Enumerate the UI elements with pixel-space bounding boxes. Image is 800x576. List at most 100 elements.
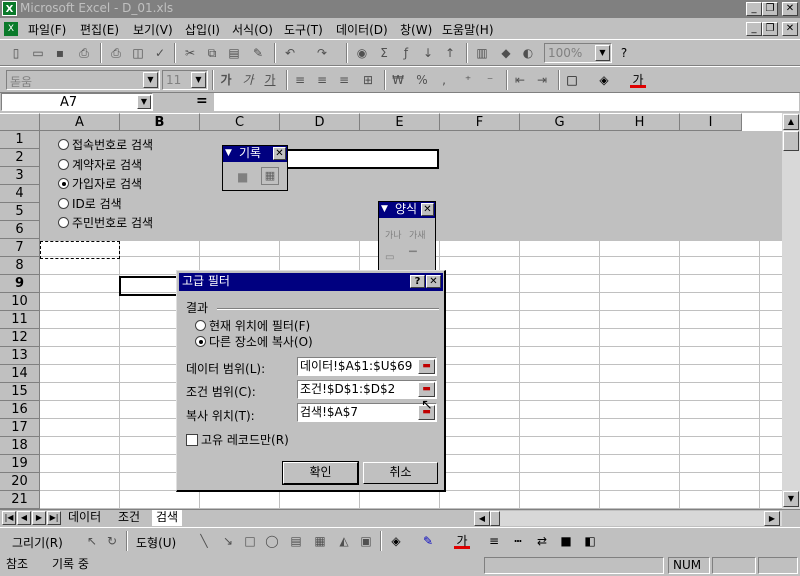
clipart-icon[interactable]: ◭: [336, 533, 352, 549]
sheet-tab-criteria[interactable]: 조건: [114, 510, 144, 526]
open-icon[interactable]: ▭: [30, 45, 46, 61]
column-header-h[interactable]: H: [600, 113, 680, 131]
radio-icon[interactable]: [58, 217, 69, 228]
select-objects-icon[interactable]: ↖: [84, 533, 100, 549]
sort-ascending-icon[interactable]: ↓: [420, 45, 436, 61]
format-painter-icon[interactable]: ✎: [250, 45, 266, 61]
close-button[interactable]: ✕: [782, 2, 798, 16]
radio-selected-icon[interactable]: [58, 178, 69, 189]
radio-icon[interactable]: [58, 158, 69, 170]
last-sheet-button[interactable]: ▶|: [47, 511, 61, 525]
italic-button[interactable]: 가: [240, 72, 256, 88]
row-header-19[interactable]: 19: [0, 455, 40, 473]
scroll-thumb[interactable]: [783, 131, 799, 151]
sort-descending-icon[interactable]: ↑: [442, 45, 458, 61]
filter-in-place-radio[interactable]: 현재 위치에 필터(F): [195, 317, 310, 334]
row-header-13[interactable]: 13: [0, 347, 40, 365]
underline-button[interactable]: 가: [262, 72, 278, 88]
menu-help[interactable]: 도움말(H): [442, 21, 494, 38]
row-header-11[interactable]: 11: [0, 311, 40, 329]
close-icon[interactable]: ✕: [421, 203, 434, 216]
search-option-2[interactable]: 계약자로 검색: [58, 156, 142, 173]
scroll-down-button[interactable]: ▼: [783, 491, 799, 507]
h-scroll-thumb[interactable]: [490, 511, 500, 526]
dialog-title-bar[interactable]: 고급 필터 ? ✕: [179, 273, 443, 291]
row-header-3[interactable]: 3: [0, 167, 40, 185]
label-tool[interactable]: 가나: [385, 228, 402, 241]
vertical-scrollbar[interactable]: ▲ ▼: [782, 113, 800, 509]
button-tool-icon[interactable]: ▭: [385, 252, 394, 263]
align-right-icon[interactable]: ≡: [336, 72, 352, 88]
rectangle-icon[interactable]: □: [242, 533, 258, 549]
record-toolbar-title[interactable]: ▼ 기록 ✕: [223, 146, 287, 162]
menu-file[interactable]: 파일(F): [28, 21, 66, 38]
scroll-right-button[interactable]: ▶: [764, 511, 780, 526]
undo-icon[interactable]: ↶: [282, 45, 298, 61]
collapse-dialog-icon[interactable]: ▬: [418, 382, 435, 397]
restore-button[interactable]: ❐: [762, 2, 778, 16]
workbook-icon[interactable]: X: [4, 22, 18, 36]
checkbox-icon[interactable]: [186, 434, 198, 446]
row-header-7[interactable]: 7: [0, 239, 40, 257]
new-icon[interactable]: ▯: [8, 45, 24, 61]
row-header-6[interactable]: 6: [0, 221, 40, 239]
unique-records-checkbox[interactable]: 고유 레코드만(R): [186, 431, 289, 448]
column-header-a[interactable]: A: [40, 113, 120, 131]
paste-icon[interactable]: ▤: [226, 45, 242, 61]
row-header-9[interactable]: 9: [0, 275, 40, 293]
chevron-down-icon[interactable]: ▼: [143, 72, 158, 88]
hyperlink-icon[interactable]: ◉: [354, 45, 370, 61]
column-header-g[interactable]: G: [520, 113, 600, 131]
search-option-3[interactable]: 가입자로 검색: [58, 175, 142, 192]
line-style-icon[interactable]: ≡: [486, 533, 502, 549]
next-sheet-button[interactable]: ▶: [32, 511, 46, 525]
criteria-range-input[interactable]: 조건!$D$1:$D$2 ▬: [297, 380, 437, 399]
close-icon[interactable]: ✕: [273, 147, 286, 160]
sheet-tab-data[interactable]: 데이터: [64, 510, 105, 526]
3d-icon[interactable]: ◧: [582, 533, 598, 549]
save-icon[interactable]: ▪: [52, 45, 68, 61]
autosum-icon[interactable]: Σ: [376, 45, 392, 61]
search-option-5[interactable]: 주민번호로 검색: [58, 214, 153, 231]
map-icon[interactable]: ◆: [498, 45, 514, 61]
menu-insert[interactable]: 삽입(I): [185, 21, 220, 38]
equals-sign[interactable]: =: [196, 93, 208, 109]
radio-icon[interactable]: [58, 197, 69, 209]
ok-button[interactable]: 확인: [282, 461, 359, 485]
scroll-up-button[interactable]: ▲: [783, 114, 799, 130]
search-option-1[interactable]: 접속번호로 검색: [58, 136, 153, 153]
sheet-tab-search[interactable]: 검색: [152, 510, 183, 526]
autoshapes-button[interactable]: 도형(U): [136, 534, 176, 551]
dash-style-icon[interactable]: ┅: [510, 533, 526, 549]
menu-edit[interactable]: 편집(E): [80, 21, 119, 38]
align-left-icon[interactable]: ≡: [292, 72, 308, 88]
function-icon[interactable]: ƒ: [398, 45, 414, 61]
minimize-button[interactable]: _: [746, 2, 762, 16]
row-header-4[interactable]: 4: [0, 185, 40, 203]
borders-icon[interactable]: □: [564, 72, 580, 88]
dialog-help-button[interactable]: ?: [410, 275, 425, 288]
row-header-5[interactable]: 5: [0, 203, 40, 221]
help-icon[interactable]: ?: [616, 45, 632, 61]
row-header-12[interactable]: 12: [0, 329, 40, 347]
merge-center-icon[interactable]: ⊞: [360, 72, 376, 88]
font-color-button[interactable]: 가: [630, 72, 646, 88]
row-header-21[interactable]: 21: [0, 491, 40, 509]
row-header-2[interactable]: 2: [0, 149, 40, 167]
cancel-button[interactable]: 취소: [363, 462, 438, 484]
bold-button[interactable]: 가: [218, 72, 234, 88]
dialog-close-button[interactable]: ✕: [426, 275, 441, 288]
menu-window[interactable]: 창(W): [400, 21, 432, 38]
chevron-down-icon[interactable]: ▼: [381, 202, 388, 217]
column-header-i[interactable]: I: [680, 113, 742, 131]
row-header-20[interactable]: 20: [0, 473, 40, 491]
copy-to-location-radio[interactable]: 다른 장소에 복사(O): [195, 333, 313, 350]
arrow-style-icon[interactable]: ⇄: [534, 533, 550, 549]
textbox-icon[interactable]: ▤: [288, 533, 304, 549]
collapse-dialog-icon[interactable]: ▬: [418, 359, 435, 374]
relative-reference-icon[interactable]: ▦: [261, 167, 279, 185]
doc-minimize-button[interactable]: _: [746, 22, 762, 36]
font-color-button[interactable]: 가: [454, 533, 470, 549]
comma-style-icon[interactable]: ,: [436, 72, 452, 88]
row-header-18[interactable]: 18: [0, 437, 40, 455]
